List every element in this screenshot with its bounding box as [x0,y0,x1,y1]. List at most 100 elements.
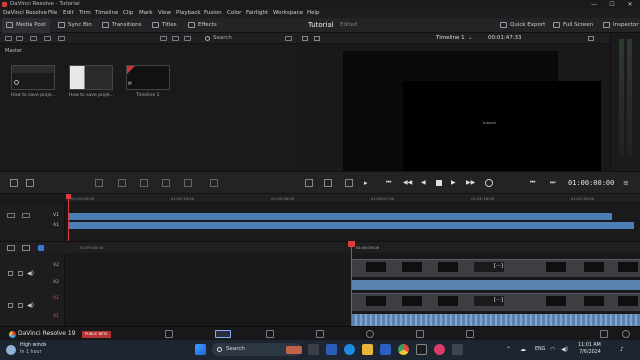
playhead[interactable] [68,194,69,241]
menu-file[interactable]: File [48,9,57,18]
viewer-options-icon[interactable] [588,36,594,41]
inspector-button[interactable]: Inspector [603,18,639,33]
wifi-icon[interactable]: ◠ [550,346,555,353]
audio-clip[interactable] [352,314,640,326]
home-icon[interactable] [600,330,608,338]
track-tool-icon[interactable] [22,213,30,218]
relink-icon[interactable] [58,36,65,41]
video-clip[interactable]: [⋯] [352,259,640,277]
loop-icon[interactable] [485,179,493,187]
audio-tools-icon[interactable] [26,179,34,187]
stop-icon[interactable] [436,180,442,186]
speaker-icon[interactable]: ◀) [27,270,34,277]
menu-fairlight[interactable]: Fairlight [246,9,268,18]
color-page-icon[interactable] [366,330,374,338]
media-page-icon[interactable] [165,330,173,338]
playhead-handle[interactable] [348,241,355,247]
full-screen-button[interactable]: Full Screen [553,18,593,33]
timeline-selector[interactable]: Timeline 1 [436,33,465,44]
sync-bin-button[interactable]: Sync Bin [58,18,92,33]
quick-export-button[interactable]: Quick Export [500,18,545,33]
thumbnail-view-icon[interactable] [172,36,179,41]
clip-thumbnail[interactable] [69,65,113,90]
play-reverse-icon[interactable]: ◀ [421,179,429,187]
maximize-button[interactable]: ☐ [604,0,620,9]
edit-tool-icon[interactable] [162,179,170,187]
detail-timeline-ruler[interactable]: 00:59:58:00 01:00:00:00 [0,241,640,253]
video-clip[interactable]: [⋯] [352,293,640,311]
task-view-icon[interactable] [308,344,319,355]
titles-button[interactable]: Titles [152,18,177,33]
menu-help[interactable]: Help [307,9,320,18]
lock-icon[interactable] [38,245,44,251]
speaker-icon[interactable]: ◀) [27,302,34,309]
playhead[interactable] [351,241,352,326]
chevron-down-icon[interactable]: ⌄ [468,33,473,44]
menu-edit[interactable]: Edit [63,9,74,18]
split-clip-icon[interactable] [10,179,18,187]
import-media-icon[interactable] [16,36,23,41]
edit-tool-icon[interactable] [140,179,148,187]
audio-track-bar[interactable] [69,222,634,229]
transport-menu-icon[interactable]: ≡ [623,179,631,187]
close-button[interactable]: ✕ [622,0,638,9]
new-timeline-icon[interactable] [44,36,51,41]
minimize-button[interactable]: — [586,0,602,9]
edit-tool-icon[interactable] [95,179,103,187]
safe-area-icon[interactable] [314,36,320,41]
menu-clip[interactable]: Clip [123,9,133,18]
list-view-icon[interactable] [160,36,167,41]
file-explorer-icon[interactable] [362,344,373,355]
bin-name[interactable]: Master [5,48,22,54]
viewer-settings-icon[interactable] [324,179,332,187]
edit-tool-icon[interactable] [210,179,218,187]
play-around-icon[interactable]: ▸ [364,179,372,187]
menu-fusion[interactable]: Fusion [204,9,222,18]
media-pool-button[interactable]: Media Pool [2,18,50,33]
edit-tool-icon[interactable] [118,179,126,187]
resolve-taskbar-icon[interactable] [416,344,427,355]
timeline-thumbnail[interactable]: ▤ [126,65,170,90]
system-clock[interactable]: 11:01 AM 7/6/2024 [578,342,601,356]
more-options-icon[interactable] [285,36,292,41]
track-destination-icon[interactable] [7,245,15,251]
menu-color[interactable]: Color [227,9,241,18]
language-indicator[interactable]: ENG [535,340,545,360]
lock-icon[interactable] [8,271,13,276]
menu-timeline[interactable]: Timeline [95,9,118,18]
notification-bell-icon[interactable]: ♪ [620,346,624,353]
audio-clip[interactable] [352,280,640,290]
go-to-start-icon[interactable]: ⏮ [386,179,394,187]
effects-button[interactable]: Effects [188,18,217,33]
search-highlight-icon[interactable] [286,346,302,354]
app-icon[interactable] [452,344,463,355]
eye-icon[interactable] [18,271,23,276]
menu-mark[interactable]: Mark [139,9,153,18]
grid-view-icon[interactable] [184,36,191,41]
track-tool-icon[interactable] [7,213,15,218]
search-icon[interactable] [205,36,210,41]
overview-ruler[interactable]: 01:00:00:00 01:00:19:00 01:00:38:00 01:0… [65,194,640,203]
windows-start-icon[interactable] [195,344,206,355]
menu-playback[interactable]: Playback [176,9,201,18]
lock-icon[interactable] [8,303,13,308]
menu-trim[interactable]: Trim [79,9,91,18]
new-bin-icon[interactable] [30,36,37,41]
fusion-page-icon[interactable] [316,330,324,338]
volume-icon[interactable]: ◀) [561,346,568,353]
app-icon[interactable] [326,344,337,355]
edit-page-icon[interactable] [266,330,274,338]
sidebar-toggle-icon[interactable] [5,36,12,41]
chrome-icon[interactable] [398,344,409,355]
store-icon[interactable] [380,344,391,355]
transitions-button[interactable]: Transitions [102,18,141,33]
viewer-canvas[interactable]: tutorial [343,51,601,184]
chevron-up-icon[interactable]: ⌃ [506,346,511,353]
eye-icon[interactable] [18,303,23,308]
edge-icon[interactable] [344,344,355,355]
edit-tool-icon[interactable] [184,179,192,187]
clip-thumbnail[interactable] [11,65,55,90]
viewer-settings-icon[interactable] [345,179,353,187]
fairlight-page-icon[interactable] [416,330,424,338]
cut-page-icon[interactable] [215,330,231,338]
